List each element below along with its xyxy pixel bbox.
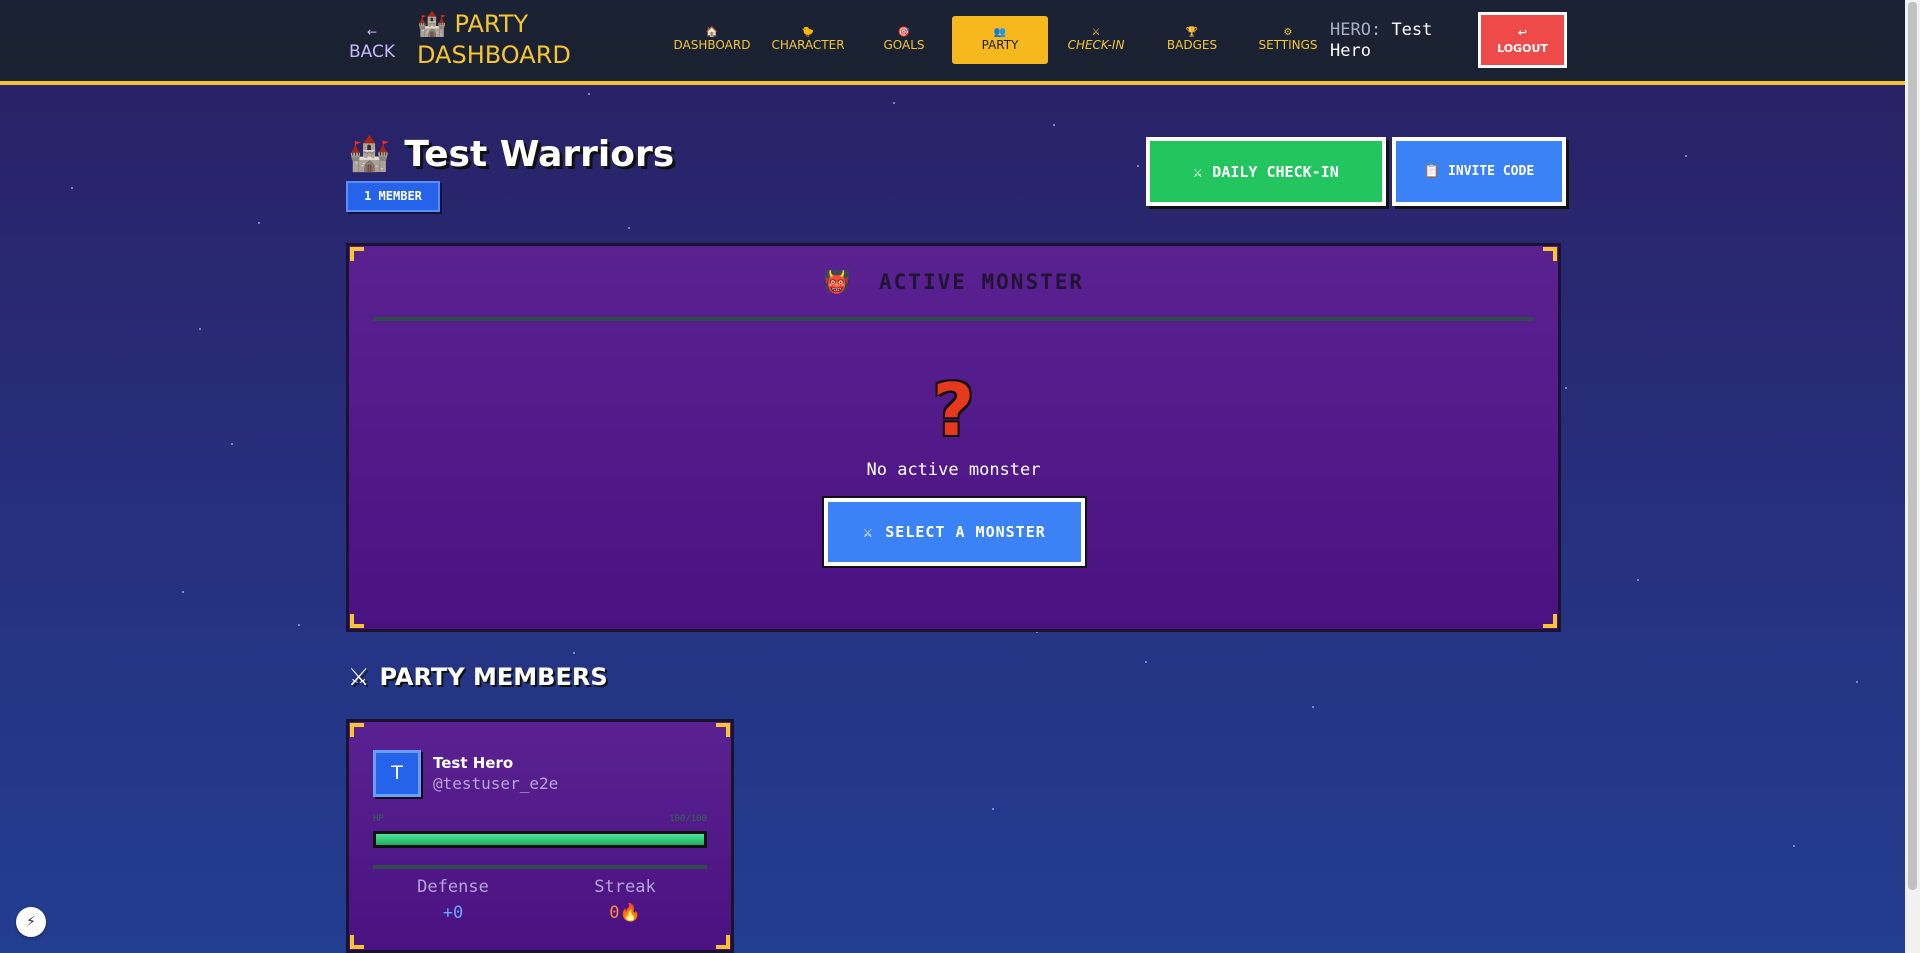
hp-value: 100/100 xyxy=(669,814,707,824)
nav-settings[interactable]: ⚙ SETTINGS xyxy=(1240,16,1336,64)
nav-label: SETTINGS xyxy=(1258,38,1318,52)
nav-label: CHARACTER xyxy=(771,38,845,52)
corner-decoration xyxy=(1543,614,1557,628)
target-icon: 🎯 xyxy=(897,27,911,38)
avatar: T xyxy=(373,750,421,797)
hp-label: HP xyxy=(373,814,384,824)
daily-check-in-button[interactable]: ⚔ DAILY CHECK-IN xyxy=(1146,137,1386,206)
scrollbar[interactable] xyxy=(1905,0,1920,953)
crossed-swords-icon: ⚔ xyxy=(1193,162,1203,181)
hero-key: HERO: xyxy=(1330,20,1382,40)
divider xyxy=(373,317,1534,321)
back-button[interactable]: ← BACK xyxy=(348,22,396,62)
divider xyxy=(373,865,707,869)
active-monster-panel: 👹 ACTIVE MONSTER ? No active monster ⚔ S… xyxy=(346,243,1561,632)
active-monster-heading: 👹 ACTIVE MONSTER xyxy=(349,270,1558,295)
nav-character[interactable]: 🐤 CHARACTER xyxy=(760,16,856,64)
defense-stat: Defense +0 xyxy=(373,877,533,923)
top-navbar: ← BACK 🏰 PARTY DASHBOARD 🏠 DASHBOARD 🐤 C… xyxy=(0,0,1905,85)
corner-decoration xyxy=(350,935,364,949)
active-monster-title: ACTIVE MONSTER xyxy=(879,270,1085,294)
nav-label: BADGES xyxy=(1166,38,1218,52)
nav-dashboard[interactable]: 🏠 DASHBOARD xyxy=(664,16,760,64)
corner-decoration xyxy=(350,723,364,737)
party-members-heading: ⚔ PARTY MEMBERS xyxy=(348,663,608,691)
nav-label: PARTY xyxy=(981,38,1019,52)
nav-party[interactable]: 👥 PARTY xyxy=(952,16,1048,64)
nav-label: CHECK-IN xyxy=(1067,38,1125,52)
corner-decoration xyxy=(350,247,364,261)
member-card[interactable]: T Test Hero @testuser_e2e HP 100/100 Def… xyxy=(346,719,734,953)
arrow-left-icon: ← xyxy=(366,25,378,39)
select-monster-button[interactable]: ⚔ SELECT A MONSTER xyxy=(824,498,1085,566)
castle-icon: 🏰 xyxy=(348,134,391,174)
ogre-icon: 👹 xyxy=(822,270,853,295)
corner-decoration xyxy=(1543,247,1557,261)
logout-icon: ↩ xyxy=(1517,26,1528,39)
invite-code-label: INVITE CODE xyxy=(1448,164,1535,179)
party-members-title: PARTY MEMBERS xyxy=(379,663,608,691)
home-icon: 🏠 xyxy=(705,27,719,38)
streak-label: Streak xyxy=(594,877,656,897)
page-title: 🏰 PARTY DASHBOARD xyxy=(417,9,597,71)
main-nav: 🏠 DASHBOARD 🐤 CHARACTER 🎯 GOALS 👥 PARTY … xyxy=(664,16,1336,64)
hero-info: HERO: Test Hero xyxy=(1330,20,1450,62)
defense-label: Defense xyxy=(417,877,489,897)
castle-icon: 🏰 xyxy=(417,10,447,38)
member-count-badge: 1 MEMBER xyxy=(346,181,440,212)
nav-check-in[interactable]: ⚔ CHECK-IN xyxy=(1048,16,1144,64)
logout-button[interactable]: ↩ LOGOUT xyxy=(1478,12,1567,68)
daily-check-in-label: DAILY CHECK-IN xyxy=(1212,162,1339,181)
invite-code-button[interactable]: 📋 INVITE CODE xyxy=(1392,137,1566,206)
lightning-icon[interactable]: ⚡ xyxy=(16,907,46,937)
member-username: @testuser_e2e xyxy=(433,774,559,793)
party-name: Test Warriors xyxy=(404,133,675,175)
no-monster-text: No active monster xyxy=(866,460,1041,480)
nav-goals[interactable]: 🎯 GOALS xyxy=(856,16,952,64)
gear-icon: ⚙ xyxy=(1283,27,1293,38)
hp-bar xyxy=(373,831,707,848)
nav-badges[interactable]: 🏆 BADGES xyxy=(1144,16,1240,64)
back-label: BACK xyxy=(348,42,395,62)
party-heading: 🏰 Test Warriors xyxy=(348,130,674,178)
clipboard-icon: 📋 xyxy=(1423,164,1441,179)
crossed-swords-icon: ⚔ xyxy=(1092,27,1100,38)
crossed-swords-icon: ⚔ xyxy=(348,663,370,691)
scrollbar-thumb[interactable] xyxy=(1908,2,1917,890)
nav-label: DASHBOARD xyxy=(673,38,751,52)
member-name: Test Hero xyxy=(433,754,514,772)
defense-value: +0 xyxy=(442,903,464,923)
logout-label: LOGOUT xyxy=(1497,42,1548,55)
hp-bar-fill xyxy=(376,834,704,845)
corner-decoration xyxy=(716,723,730,737)
corner-decoration xyxy=(716,935,730,949)
streak-stat: Streak 0🔥 xyxy=(545,877,705,923)
nav-label: GOALS xyxy=(883,38,925,52)
trophy-icon: 🏆 xyxy=(1185,27,1199,38)
chick-icon: 🐤 xyxy=(801,27,815,38)
question-mark-icon: ? xyxy=(932,368,975,452)
crossed-swords-icon: ⚔ xyxy=(863,523,874,541)
streak-value: 0🔥 xyxy=(609,903,641,923)
people-icon: 👥 xyxy=(993,27,1007,38)
corner-decoration xyxy=(350,614,364,628)
select-monster-label: SELECT A MONSTER xyxy=(885,523,1046,541)
